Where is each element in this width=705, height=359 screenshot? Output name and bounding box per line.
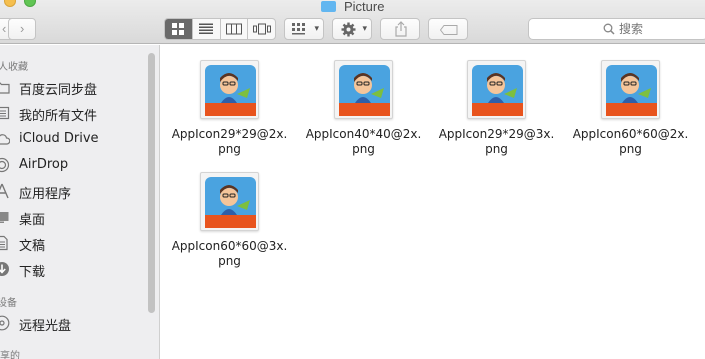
window-toolbar: Picture ‹ › ▾ ▾ 搜索 <box>0 0 705 44</box>
sidebar-item-desktop[interactable]: 桌面 <box>0 207 144 228</box>
action-button[interactable]: ▾ <box>332 18 372 40</box>
file-name-line: AppIcon40*40@2x. <box>305 127 422 141</box>
sidebar-item-icloud-drive[interactable]: iCloud Drive <box>0 129 144 149</box>
file-item[interactable]: AppIcon60*60@3x. png <box>162 157 287 268</box>
file-item[interactable]: AppIcon40*40@2x. png <box>296 45 421 156</box>
file-icon-grid: AppIcon29*29@2x. png AppIcon40*40@2x. pn… <box>161 45 705 359</box>
file-item[interactable]: AppIcon29*29@2x. png <box>162 45 287 156</box>
file-name: AppIcon29*29@3x. png <box>429 127 564 157</box>
file-thumbnail <box>334 60 393 119</box>
column-view-icon <box>225 23 242 35</box>
view-mode-control <box>164 18 276 40</box>
sidebar-item-label: iCloud Drive <box>19 131 99 146</box>
file-name-line: AppIcon60*60@2x. <box>572 127 689 141</box>
file-name: AppIcon60*60@2x. png <box>563 127 698 157</box>
file-name-line: png <box>218 142 241 156</box>
search-field[interactable] <box>528 18 705 40</box>
app-icon-image <box>339 65 390 116</box>
sidebar-item-label: 百度云同步盘 <box>19 83 98 98</box>
sidebar: 个人收藏 百度云同步盘 我的所有文件 iCloud Drive AirDrop … <box>0 45 160 359</box>
sidebar-section-devices: 设备 <box>0 298 17 309</box>
file-name-line: png <box>619 142 642 156</box>
all-files-icon <box>0 106 10 120</box>
file-name-line: AppIcon60*60@3x. <box>171 239 288 253</box>
search-input[interactable] <box>619 21 699 37</box>
arrange-icon <box>292 23 305 35</box>
share-button[interactable] <box>380 18 420 40</box>
file-name-line: AppIcon29*29@2x. <box>171 127 288 141</box>
disc-icon <box>0 315 10 331</box>
sidebar-item-label: 文稿 <box>19 239 46 254</box>
column-view-button[interactable] <box>221 19 249 39</box>
sidebar-item-documents[interactable]: 文稿 <box>0 233 144 254</box>
sidebar-item-downloads[interactable]: 下载 <box>0 259 144 280</box>
file-thumbnail <box>601 60 660 119</box>
sidebar-item-airdrop[interactable]: AirDrop <box>0 155 144 175</box>
sidebar-section-shared: 共享的 <box>0 351 20 359</box>
file-name: AppIcon29*29@2x. png <box>162 127 297 157</box>
sidebar-scrollbar[interactable] <box>148 53 155 313</box>
file-item[interactable]: AppIcon60*60@2x. png <box>563 45 688 156</box>
forward-button[interactable]: › <box>8 18 36 40</box>
search-icon <box>603 23 615 35</box>
arrange-button[interactable]: ▾ <box>284 18 324 40</box>
folder-icon <box>320 1 336 12</box>
sidebar-item-label: 远程光盘 <box>19 319 72 334</box>
app-icon-image <box>472 65 523 116</box>
chevron-right-icon: › <box>20 21 25 36</box>
app-icon-image <box>205 65 256 116</box>
share-icon <box>395 21 407 37</box>
cover-flow-icon <box>252 23 271 35</box>
tag-icon <box>440 25 458 35</box>
sidebar-item-label: 下载 <box>19 265 46 280</box>
file-name-line: png <box>218 254 241 268</box>
cloud-icon <box>0 134 10 145</box>
file-name-line: AppIcon29*29@3x. <box>438 127 555 141</box>
chevron-down-icon: ▾ <box>362 23 367 33</box>
sidebar-item-label: 应用程序 <box>19 187 72 202</box>
chevron-left-icon: ‹ <box>2 21 7 36</box>
file-thumbnail <box>467 60 526 119</box>
documents-icon <box>0 235 8 251</box>
sidebar-item-label: AirDrop <box>19 157 69 172</box>
desktop-icon <box>0 212 9 223</box>
list-view-button[interactable] <box>193 19 221 39</box>
sidebar-item-applications[interactable]: 应用程序 <box>0 181 144 202</box>
tag-button[interactable] <box>428 18 468 40</box>
file-thumbnail <box>200 172 259 231</box>
app-icon-image <box>606 65 657 116</box>
sidebar-item-all-files[interactable]: 我的所有文件 <box>0 103 144 124</box>
cover-flow-view-button[interactable] <box>248 19 275 39</box>
chevron-down-icon: ▾ <box>314 23 319 33</box>
icon-view-icon <box>172 23 185 35</box>
applications-icon <box>0 183 9 199</box>
file-name-line: png <box>485 142 508 156</box>
sidebar-section-favorites: 个人收藏 <box>0 62 28 73</box>
file-thumbnail <box>200 60 259 119</box>
file-item[interactable]: AppIcon29*29@3x. png <box>429 45 554 156</box>
airdrop-icon <box>0 157 10 173</box>
app-icon-image <box>205 177 256 228</box>
downloads-icon <box>0 262 9 276</box>
sidebar-item-remote-disc[interactable]: 远程光盘 <box>0 313 144 334</box>
file-name: AppIcon40*40@2x. png <box>296 127 431 157</box>
file-name: AppIcon60*60@3x. png <box>162 239 297 269</box>
sidebar-item-baidu-sync[interactable]: 百度云同步盘 <box>0 77 144 98</box>
gear-icon <box>341 22 356 37</box>
sidebar-item-label: 我的所有文件 <box>19 109 98 124</box>
window-title-bar: Picture <box>0 0 705 14</box>
icon-view-button[interactable] <box>165 19 193 39</box>
list-view-icon <box>199 23 214 34</box>
file-name-line: png <box>352 142 375 156</box>
sidebar-item-label: 桌面 <box>19 213 46 228</box>
window-title: Picture <box>343 0 385 14</box>
folder-icon <box>0 82 10 94</box>
